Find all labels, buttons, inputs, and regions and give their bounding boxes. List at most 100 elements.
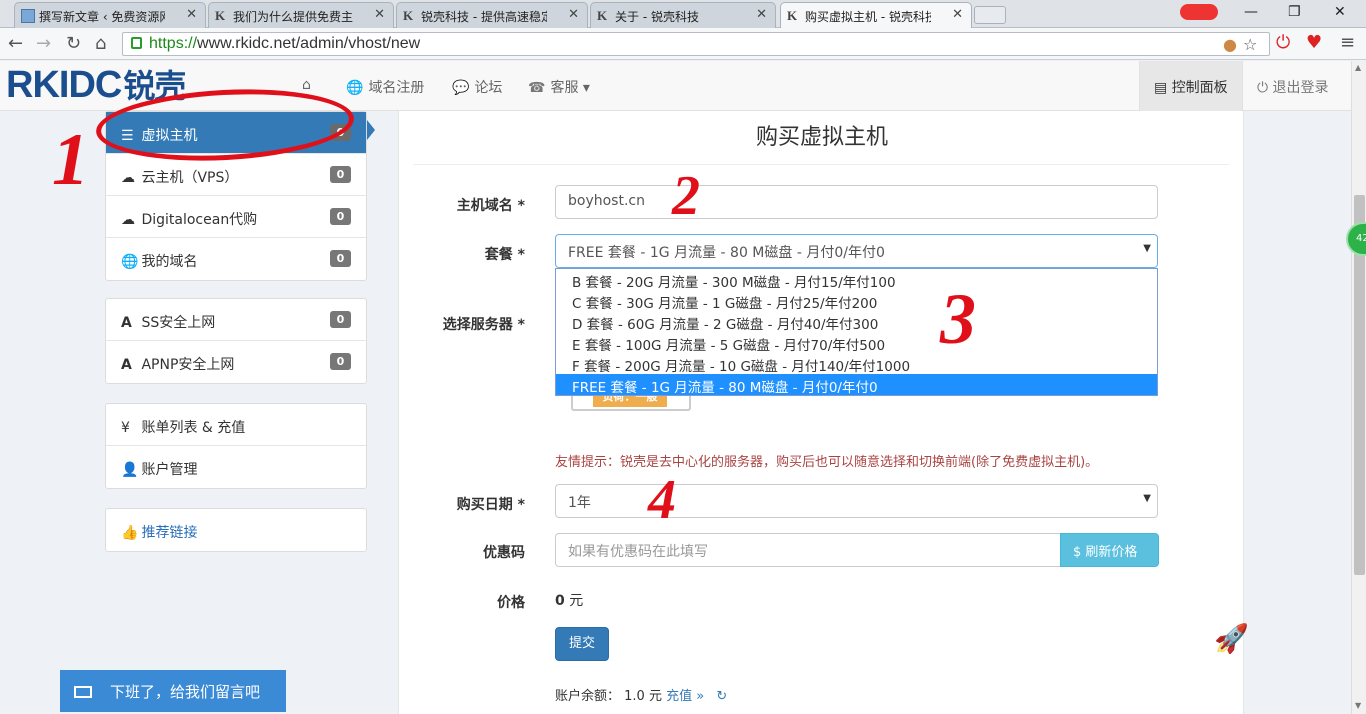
price-display: 0 元 <box>555 593 584 609</box>
annotation-3: 3 <box>940 279 976 359</box>
chevron-down-icon: ▼ <box>1143 243 1151 254</box>
forward-icon[interactable]: → <box>36 33 51 54</box>
favicon-icon: K <box>597 8 608 23</box>
count-badge: 0 <box>330 166 351 183</box>
tab-close-icon[interactable]: ✕ <box>952 7 963 22</box>
count-badge: 0 <box>330 208 351 225</box>
nav-logout[interactable]: ⏻ 退出登录 <box>1242 61 1351 111</box>
favicon-icon: K <box>215 8 226 23</box>
annotation-1: 1 <box>52 119 89 201</box>
plan-option[interactable]: F 套餐 - 200G 月流量 - 10 G磁盘 - 月付140/年付1000 <box>556 353 1157 375</box>
nav-domain-register[interactable]: 🌐 域名注册 <box>346 77 424 97</box>
coupon-input[interactable]: 如果有优惠码在此填写 <box>555 533 1060 567</box>
sidebar-item-label: 账户管理 <box>141 462 198 478</box>
user-profile-badge[interactable] <box>1180 4 1218 20</box>
sidebar-item-apnp[interactable]: A APNP安全上网 0 <box>106 341 366 383</box>
main-content: 购买虚拟主机 主机域名 * boyhost.cn 套餐 * FREE 套餐 - … <box>398 111 1244 714</box>
new-tab-button[interactable] <box>974 6 1006 24</box>
browser-toolbar: ← → ↻ ⌂ https://www.rkidc.net/admin/vhos… <box>0 28 1366 60</box>
plan-option[interactable]: E 套餐 - 100G 月流量 - 5 G磁盘 - 月付70/年付500 <box>556 332 1157 354</box>
back-to-top-rocket-icon[interactable]: 🚀 <box>1214 622 1249 655</box>
nav-support-dropdown[interactable]: ☎ 客服 ▾ <box>528 77 590 97</box>
scroll-down-icon[interactable]: ▼ <box>1355 701 1361 710</box>
favicon-icon: K <box>403 8 414 23</box>
bookmark-star-icon[interactable]: ☆ <box>1243 35 1257 54</box>
sidebar-item-label: APNP安全上网 <box>141 357 235 373</box>
tab-label: 购买虚拟主机 - 锐壳科技 <box>805 10 931 24</box>
cloud-icon: ☁ <box>121 212 135 228</box>
close-window-icon[interactable]: ✕ <box>1334 4 1346 20</box>
nav-forum[interactable]: 💬 论坛 <box>452 77 502 97</box>
nav-control-panel[interactable]: ▤ 控制面板 <box>1139 61 1242 111</box>
tab-close-icon[interactable]: ✕ <box>186 7 197 22</box>
browser-tab-1[interactable]: 撰写新文章 ‹ 免费资源网 ✕ <box>14 2 206 28</box>
nav-home-icon[interactable]: ⌂ <box>302 77 311 93</box>
road-icon: A <box>121 357 132 373</box>
lock-icon <box>131 37 142 49</box>
sidebar-item-account[interactable]: 👤 账户管理 <box>106 446 366 488</box>
page-title: 购买虚拟主机 <box>755 125 888 150</box>
browser-tab-bar: 撰写新文章 ‹ 免费资源网 ✕ K 我们为什么提供免费主机 ✕ K 锐壳科技 -… <box>0 0 1366 28</box>
sidebar-item-billing[interactable]: ¥ 账单列表 & 充值 <box>106 404 366 446</box>
count-badge: 0 <box>330 353 351 370</box>
server-label: 选择服务器 * <box>442 317 525 333</box>
sidebar-item-label: Digitalocean代购 <box>141 212 258 228</box>
reload-icon[interactable]: ↻ <box>66 33 81 54</box>
page-scrollbar[interactable]: ▲ ▼ <box>1351 61 1366 714</box>
active-item-caret <box>367 120 375 140</box>
sidebar-item-my-domains[interactable]: 🌐 我的域名 0 <box>106 238 366 280</box>
plan-option-selected[interactable]: FREE 套餐 - 1G 月流量 - 80 M磁盘 - 月付0/年付0 <box>556 374 1157 396</box>
thumbs-up-icon: 👍 <box>121 525 139 541</box>
submit-button[interactable]: 提交 <box>555 627 609 661</box>
sidebar-proxy-group: A SS安全上网 0 A APNP安全上网 0 <box>105 298 367 384</box>
sidebar-item-referral[interactable]: 👍 推荐链接 <box>106 509 366 551</box>
browser-tab-5-active[interactable]: K 购买虚拟主机 - 锐壳科技 ✕ <box>780 2 972 28</box>
globe-icon: 🌐 <box>121 254 139 270</box>
count-badge: 0 <box>330 311 351 328</box>
refresh-price-button[interactable]: $ 刷新价格 <box>1060 533 1159 567</box>
sidebar-item-label: SS安全上网 <box>141 315 216 331</box>
tab-label: 锐壳科技 - 提供高速稳定 <box>421 10 547 24</box>
cookie-icon[interactable]: ● <box>1223 35 1237 54</box>
browser-tab-3[interactable]: K 锐壳科技 - 提供高速稳定 ✕ <box>396 2 588 28</box>
comment-icon: 💬 <box>452 80 470 96</box>
browser-tab-4[interactable]: K 关于 - 锐壳科技 ✕ <box>590 2 776 28</box>
period-select[interactable]: 1年 ▼ <box>555 484 1158 518</box>
plan-select[interactable]: FREE 套餐 - 1G 月流量 - 80 M磁盘 - 月付0/年付0 ▼ <box>555 234 1158 268</box>
recharge-link[interactable]: 充值 » <box>666 689 704 704</box>
tab-close-icon[interactable]: ✕ <box>756 7 767 22</box>
sidebar-item-label: 推荐链接 <box>141 525 198 541</box>
account-balance: 账户余额： 1.0 元 充值 » ↻ <box>555 689 728 704</box>
address-bar[interactable]: https://www.rkidc.net/admin/vhost/new ● … <box>122 32 1270 56</box>
back-icon[interactable]: ← <box>8 33 23 54</box>
price-label: 价格 <box>497 595 525 611</box>
annotation-4: 4 <box>648 469 676 531</box>
plan-dropdown-list: B 套餐 - 20G 月流量 - 300 M磁盘 - 月付15/年付100 C … <box>555 268 1158 396</box>
sidebar-item-vps[interactable]: ☁ 云主机（VPS） 0 <box>106 154 366 196</box>
period-label: 购买日期 * <box>456 497 525 513</box>
browser-tab-2[interactable]: K 我们为什么提供免费主机 ✕ <box>208 2 394 28</box>
maximize-icon[interactable]: ❐ <box>1288 4 1301 20</box>
plan-option[interactable]: D 套餐 - 60G 月流量 - 2 G磁盘 - 月付40/年付300 <box>556 311 1157 333</box>
tab-close-icon[interactable]: ✕ <box>568 7 579 22</box>
heart-extension-icon[interactable]: ♥ <box>1306 32 1322 53</box>
tab-close-icon[interactable]: ✕ <box>374 7 385 22</box>
plan-option[interactable]: C 套餐 - 30G 月流量 - 1 G磁盘 - 月付25/年付200 <box>556 290 1157 312</box>
sidebar-item-digitalocean[interactable]: ☁ Digitalocean代购 0 <box>106 196 366 238</box>
home-icon[interactable]: ⌂ <box>95 33 106 54</box>
adblock-extension-icon[interactable]: ⏻ <box>1276 32 1290 53</box>
domain-label: 主机域名 * <box>456 198 525 214</box>
count-badge: 0 <box>330 250 351 267</box>
road-icon: A <box>121 315 132 331</box>
scroll-up-icon[interactable]: ▲ <box>1355 63 1361 72</box>
hint-text: 友情提示：锐壳是去中心化的服务器，购买后也可以随意选择和切换前端(除了免费虚拟主… <box>555 455 1099 470</box>
domain-input[interactable]: boyhost.cn <box>555 185 1158 219</box>
refresh-icon[interactable]: ↻ <box>716 689 727 704</box>
floating-widget-bubble[interactable]: 42 <box>1346 222 1366 256</box>
minimize-icon[interactable]: — <box>1244 4 1258 20</box>
plan-option[interactable]: B 套餐 - 20G 月流量 - 300 M磁盘 - 月付15/年付100 <box>556 269 1157 291</box>
chat-widget[interactable]: 下班了，给我们留言吧 <box>60 670 286 712</box>
menu-icon[interactable]: ≡ <box>1340 32 1355 53</box>
user-icon: 👤 <box>121 462 139 478</box>
sidebar-item-ss[interactable]: A SS安全上网 0 <box>106 299 366 341</box>
